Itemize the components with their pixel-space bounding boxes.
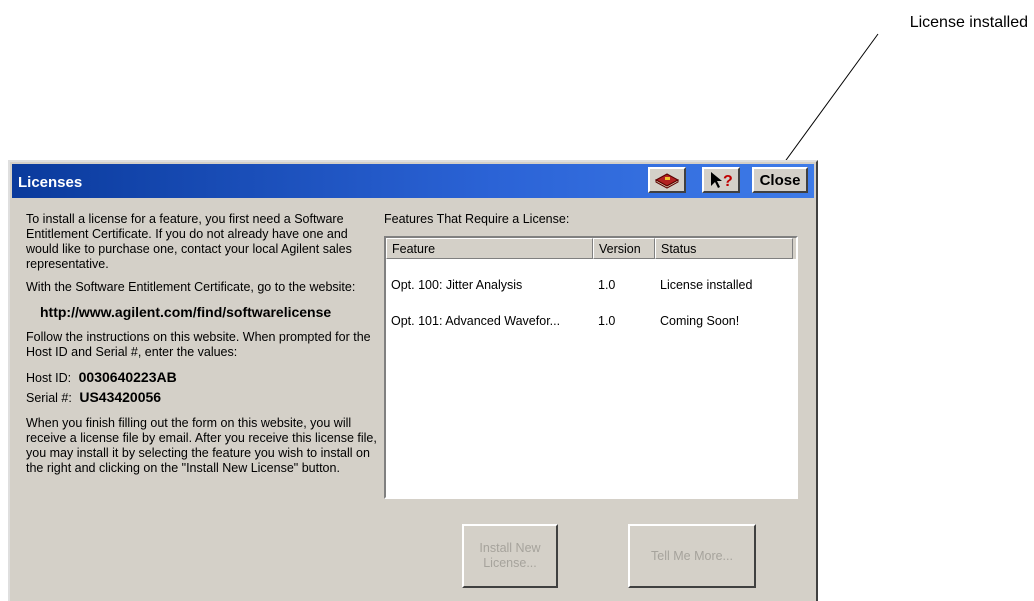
tell-me-more-button[interactable]: Tell Me More... xyxy=(628,524,756,588)
column-header-version[interactable]: Version xyxy=(593,238,655,259)
instructions-para-3: Follow the instructions on this website.… xyxy=(26,330,371,359)
host-id-row: Host ID: 0030640223AB xyxy=(26,368,378,388)
install-button-line-2: License... xyxy=(483,556,537,570)
feature-name: Opt. 100: Jitter Analysis xyxy=(391,278,523,292)
dialog-title: Licenses xyxy=(18,173,83,191)
instructions-para-2: With the Software Entitlement Certificat… xyxy=(26,280,356,294)
instructions-panel: To install a license for a feature, you … xyxy=(26,212,378,484)
install-new-license-button[interactable]: Install New License... xyxy=(462,524,558,588)
feature-row[interactable]: Opt. 101: Advanced Wavefor... 1.0 Coming… xyxy=(386,311,796,331)
feature-status: Coming Soon! xyxy=(660,314,740,328)
book-button[interactable] xyxy=(648,167,686,193)
feature-name: Opt. 101: Advanced Wavefor... xyxy=(391,314,561,328)
feature-version: 1.0 xyxy=(598,278,616,292)
features-header: Feature Version Status xyxy=(386,238,796,259)
instructions-para-1: To install a license for a feature, you … xyxy=(26,212,352,271)
host-id-value: 0030640223AB xyxy=(78,369,177,385)
features-list[interactable]: Feature Version Status Opt. 100: Jitter … xyxy=(384,236,798,499)
context-help-button[interactable]: ? xyxy=(702,167,740,193)
callout-label: License installed xyxy=(909,14,1028,31)
licenses-dialog: Licenses ? Close To install a license fo… xyxy=(8,160,818,601)
install-button-line-1: Install New xyxy=(479,541,541,555)
serial-value: US43420056 xyxy=(79,389,162,405)
license-url: http://www.agilent.com/find/softwarelice… xyxy=(40,304,332,320)
context-help-icon: ? xyxy=(711,172,733,190)
book-icon xyxy=(654,173,680,189)
column-header-status[interactable]: Status xyxy=(655,238,793,259)
feature-status: License installed xyxy=(660,278,753,292)
instructions-para-4: When you finish filling out the form on … xyxy=(26,416,377,475)
features-label: Features That Require a License: xyxy=(384,212,570,226)
feature-row[interactable]: Opt. 100: Jitter Analysis 1.0 License in… xyxy=(386,275,796,295)
column-header-feature[interactable]: Feature xyxy=(386,238,593,259)
svg-text:?: ? xyxy=(723,173,733,190)
serial-label: Serial #: xyxy=(26,391,72,405)
close-button[interactable]: Close xyxy=(752,167,808,193)
serial-row: Serial #: US43420056 xyxy=(26,388,378,408)
feature-version: 1.0 xyxy=(598,314,616,328)
host-id-label: Host ID: xyxy=(26,371,72,385)
title-bar: Licenses ? Close xyxy=(12,164,814,198)
